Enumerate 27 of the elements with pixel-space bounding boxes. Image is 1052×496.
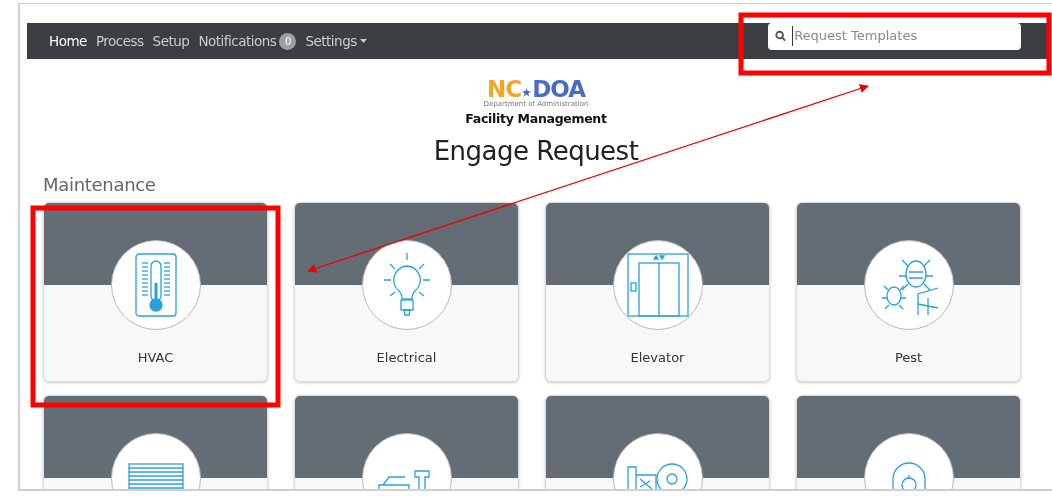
window-blinds-icon (127, 463, 184, 489)
category-card[interactable]: HVAC (43, 202, 268, 383)
logo-subtitle: Facility Management (465, 110, 607, 128)
page-title: Engage Request (433, 134, 639, 168)
nav-link[interactable]: Setup (152, 30, 190, 52)
doorbell-icon (890, 461, 927, 489)
card-label: HVAC (137, 349, 174, 368)
nav-link[interactable]: Settings (305, 30, 367, 52)
elevator-icon (626, 253, 689, 318)
section-heading: Maintenance (43, 173, 157, 198)
thermometer-icon (133, 253, 178, 318)
card-label: Pest (894, 349, 923, 368)
card-label: Elevator (630, 349, 685, 368)
logo-text: DOA (532, 78, 585, 101)
nav-link[interactable]: Notifications 0 (198, 30, 297, 52)
card-label: Electrical (376, 349, 437, 368)
nav-link[interactable]: Home (49, 30, 87, 52)
category-card[interactable]: Pest (796, 202, 1021, 383)
machine-icon (625, 461, 690, 489)
category-card[interactable]: Electrical (294, 202, 519, 383)
count-badge: 0 (279, 32, 297, 50)
category-card[interactable]: Elevator (545, 202, 770, 383)
search-icon (775, 30, 787, 42)
nav-link[interactable]: Process (95, 30, 144, 52)
search-field[interactable]: Request Templates (768, 22, 1021, 50)
star-icon (522, 88, 532, 97)
logo-text: NC (487, 78, 522, 101)
